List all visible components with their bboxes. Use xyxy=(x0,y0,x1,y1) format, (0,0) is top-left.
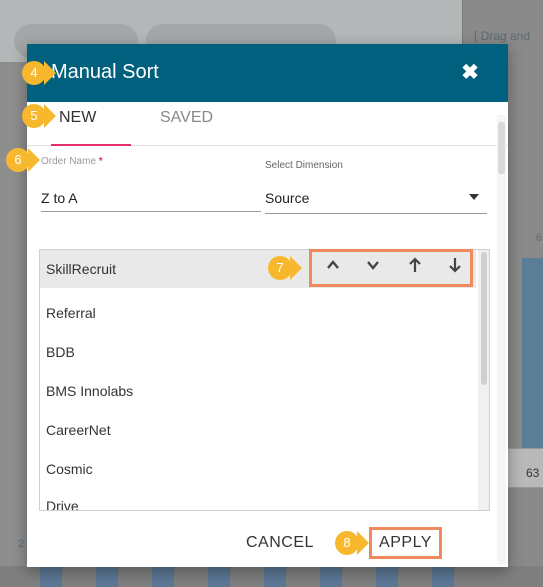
cancel-button[interactable]: CANCEL xyxy=(246,534,314,552)
list-item[interactable]: Referral xyxy=(40,294,476,332)
move-up-icon[interactable] xyxy=(322,257,344,279)
move-buttons-group xyxy=(309,249,473,287)
select-dimension-value: Source xyxy=(265,190,310,206)
order-name-label: Order Name * xyxy=(41,156,103,167)
background-chart-bar xyxy=(152,566,174,587)
list-item[interactable]: Cosmic xyxy=(40,450,476,488)
move-top-icon[interactable] xyxy=(404,257,426,279)
list-scrollbar-thumb[interactable] xyxy=(481,252,487,385)
background-chart-bar xyxy=(432,566,454,587)
select-dimension-label: Select Dimension xyxy=(265,160,343,171)
background-axis-tick: 6 xyxy=(536,232,543,244)
sort-item-list[interactable]: SkillRecruit Referral BDB BMS Innolabs C… xyxy=(39,249,490,511)
annotation-badge: 7 xyxy=(268,256,292,280)
background-chart-bar xyxy=(320,566,342,587)
background-chart-bar xyxy=(96,566,118,587)
background-tooltip-value: 63 xyxy=(526,466,540,480)
close-icon[interactable]: ✖ xyxy=(459,62,481,84)
tab-new[interactable]: NEW xyxy=(51,102,131,146)
tab-saved[interactable]: SAVED xyxy=(160,102,240,146)
list-item[interactable]: Drive xyxy=(40,487,476,510)
dialog-scrollbar[interactable] xyxy=(497,115,506,565)
background-chart-bar xyxy=(40,566,62,587)
order-name-label-text: Order Name xyxy=(41,156,97,167)
dialog-title: Manual Sort xyxy=(51,61,159,83)
move-bottom-icon[interactable] xyxy=(444,257,466,279)
dialog-scrollbar-thumb[interactable] xyxy=(498,122,505,174)
annotation-badge: 6 xyxy=(6,148,30,172)
list-item[interactable]: BDB xyxy=(40,333,476,371)
caret-down-icon xyxy=(469,194,479,200)
dialog-tabs: NEW SAVED xyxy=(27,102,508,146)
annotation-badge: 5 xyxy=(22,104,46,128)
list-item[interactable]: BMS Innolabs xyxy=(40,372,476,410)
background-chart-bar xyxy=(522,258,543,458)
apply-button[interactable]: APPLY xyxy=(369,527,442,559)
order-name-input[interactable] xyxy=(41,184,261,212)
move-down-icon[interactable] xyxy=(362,257,384,279)
background-axis-tick: 2 xyxy=(18,538,25,550)
annotation-badge: 4 xyxy=(22,61,46,85)
background-chart-bar xyxy=(376,566,398,587)
background-chart-bar xyxy=(264,566,286,587)
required-mark: * xyxy=(98,156,103,167)
dialog-header: Manual Sort ✖ xyxy=(27,44,508,102)
select-dimension-dropdown[interactable]: Source xyxy=(265,184,487,214)
manual-sort-dialog: Manual Sort ✖ NEW SAVED Order Name * Sel… xyxy=(27,44,508,567)
background-chart-bar xyxy=(208,566,230,587)
annotation-badge: 8 xyxy=(335,531,359,555)
list-item[interactable]: CareerNet xyxy=(40,411,476,449)
